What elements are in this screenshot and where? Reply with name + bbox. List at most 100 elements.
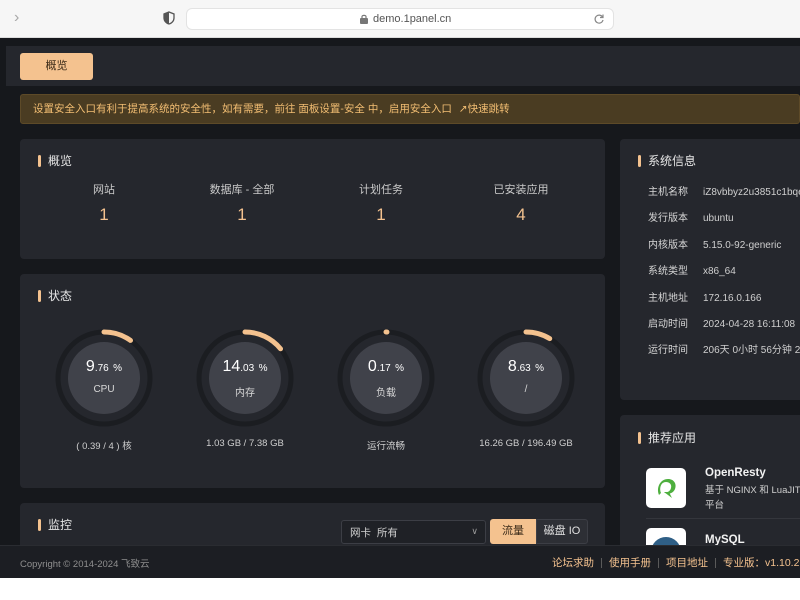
gauge-unit: %: [535, 363, 545, 374]
send-icon: ↗: [458, 103, 468, 115]
gauge-value-int: 9: [85, 358, 95, 375]
manual-link[interactable]: 使用手册: [609, 557, 651, 569]
gauge-unit: %: [258, 363, 268, 374]
overview-item-label: 数据库 - 全部: [209, 184, 275, 196]
select-current: 所有: [376, 527, 398, 539]
version-label[interactable]: 专业版：v1.10.2: [723, 557, 799, 569]
sysinfo-value: iZ8vbbyz2u3851c1bqe: [703, 187, 800, 198]
overview-item-cronjobs[interactable]: 计划任务 1: [321, 183, 441, 225]
gauge-unit: %: [113, 363, 123, 374]
sysinfo-row: 启动时间 2024-04-28 16:11:08: [648, 318, 795, 332]
network-card-select[interactable]: 网卡 所有 ∨: [341, 520, 486, 544]
sysinfo-row: 系统类型 x86_64: [648, 265, 736, 279]
sysinfo-row: 主机地址 172.16.0.166: [648, 292, 761, 306]
gauge-disk-footer: 16.26 GB / 196.49 GB: [479, 438, 573, 449]
browser-toolbar: › demo.1panel.cn: [0, 0, 800, 38]
overview-item-value[interactable]: 1: [321, 205, 441, 225]
sysinfo-value: 172.16.0.166: [703, 293, 762, 304]
forward-icon[interactable]: ›: [14, 9, 30, 27]
divider: [601, 558, 602, 569]
overview-card: 概览 网站 1 数据库 - 全部 1 计划任务 1 已安装应用 4: [20, 139, 605, 259]
sysinfo-value: 2024-04-28 16:11:08: [703, 319, 796, 330]
gauge-value-dec: .63: [516, 363, 531, 374]
monitor-title: 监控: [38, 517, 72, 533]
gauge-label: /: [524, 384, 528, 395]
gauge-cpu[interactable]: 9.76 % CPU: [54, 328, 154, 428]
overview-title: 概览: [38, 153, 72, 169]
chevron-down-icon: ∨: [471, 526, 478, 536]
gauge-value: 14.03 %: [195, 358, 295, 376]
sysinfo-key: 内核版本: [648, 240, 688, 251]
gauge-value-int: 8: [507, 358, 517, 375]
recommended-apps-title: 推荐应用: [638, 430, 696, 446]
sysinfo-value: ubuntu: [703, 213, 734, 224]
privacy-shield-icon[interactable]: [163, 11, 175, 25]
select-value: 网卡 所有: [350, 525, 398, 540]
gauge-cpu-footer: ( 0.39 / 4 ) 核: [76, 441, 132, 452]
panel-app: 概览 设置安全入口有利于提高系统的安全性，如有需要，前往 面板设置-安全 中，启…: [0, 38, 800, 578]
overview-item-databases[interactable]: 数据库 - 全部 1: [182, 183, 302, 225]
gauge-ring: [477, 329, 575, 427]
url-text: demo.1panel.cn: [373, 13, 452, 25]
gauge-ring: [337, 329, 435, 427]
gauge-value: 8.63 %: [476, 358, 576, 376]
tab-bar: 概览: [6, 46, 800, 86]
gauge-memory[interactable]: 14.03 % 内存: [195, 328, 295, 428]
overview-item-label: 已安装应用: [493, 184, 549, 196]
gauge-unit: %: [395, 363, 405, 374]
overview-item-label: 网站: [93, 184, 115, 196]
gauge-value-dec: .03: [240, 363, 255, 374]
sysinfo-value: 5.15.0-92-generic: [703, 240, 782, 251]
gauge-value: 0.17 %: [336, 358, 436, 376]
sysinfo-key: 启动时间: [648, 319, 688, 330]
openresty-logo-icon[interactable]: [646, 468, 686, 508]
app-name[interactable]: OpenResty: [705, 467, 766, 479]
sysinfo-key: 主机名称: [648, 187, 688, 198]
sysinfo-row: 主机名称 iZ8vbbyz2u3851c1bqe: [648, 186, 800, 200]
gauge-value-dec: .17: [376, 363, 391, 374]
gauge-disk[interactable]: 8.63 % /: [476, 328, 576, 428]
select-prefix: 网卡: [350, 527, 371, 539]
gauge-label: CPU: [93, 384, 115, 395]
alert-text: 设置安全入口有利于提高系统的安全性，如有需要，前往 面板设置-安全 中，启用安全…: [33, 103, 452, 115]
gauge-load-footer: 运行流畅: [366, 441, 405, 452]
sysinfo-key: 运行时间: [648, 345, 688, 356]
divider: [646, 518, 800, 519]
sysinfo-value: x86_64: [703, 266, 736, 277]
lock-icon: [360, 14, 368, 24]
divider: [715, 558, 716, 569]
gauge-ring: [55, 329, 153, 427]
traffic-button[interactable]: 流量: [490, 519, 536, 544]
overview-item-label: 计划任务: [359, 184, 403, 196]
status-title: 状态: [38, 288, 72, 304]
reload-icon[interactable]: [593, 13, 605, 25]
sysinfo-key: 主机地址: [648, 293, 688, 304]
divider: [658, 558, 659, 569]
gauge-label: 负载: [376, 388, 396, 399]
overview-item-value[interactable]: 1: [182, 205, 302, 225]
tab-overview[interactable]: 概览: [20, 53, 93, 80]
address-bar[interactable]: demo.1panel.cn: [186, 8, 614, 30]
page-bottom-area: [0, 578, 800, 600]
sysinfo-row: 内核版本 5.15.0-92-generic: [648, 239, 781, 253]
forum-link[interactable]: 论坛求助: [552, 557, 594, 569]
sysinfo-key: 系统类型: [648, 266, 688, 277]
sysinfo-row: 运行时间 206天 0小时 56分钟 25: [648, 344, 800, 358]
sysinfo-row: 发行版本 ubuntu: [648, 212, 734, 226]
overview-item-installed-apps[interactable]: 已安装应用 4: [461, 183, 581, 225]
project-link[interactable]: 项目地址: [666, 557, 708, 569]
system-info-card: 系统信息 主机名称 iZ8vbbyz2u3851c1bqe 发行版本 ubuntu …: [620, 139, 800, 400]
disk-io-button[interactable]: 磁盘 IO: [536, 519, 588, 544]
gauge-value-int: 14: [222, 358, 241, 375]
sysinfo-value: 206天 0小时 56分钟 25: [703, 345, 800, 356]
app-description: 基于 NGINX 和 LuaJIT 的: [705, 485, 800, 496]
gauge-load[interactable]: 0.17 % 负载: [336, 328, 436, 428]
overview-item-websites[interactable]: 网站 1: [44, 183, 164, 225]
alert-jump-link[interactable]: ↗快速跳转: [459, 103, 510, 115]
status-card: 状态 9.76 % CPU ( 0.39 / 4 ) 核 14.03 % 内存 …: [20, 274, 605, 488]
overview-item-value[interactable]: 1: [44, 205, 164, 225]
overview-item-value[interactable]: 4: [461, 205, 581, 225]
copyright: Copyright © 2014-2024 飞致云: [20, 559, 150, 570]
gauge-value-int: 0: [367, 358, 377, 375]
footer-links: 论坛求助 使用手册 项目地址 专业版：v1.10.2: [552, 555, 799, 570]
